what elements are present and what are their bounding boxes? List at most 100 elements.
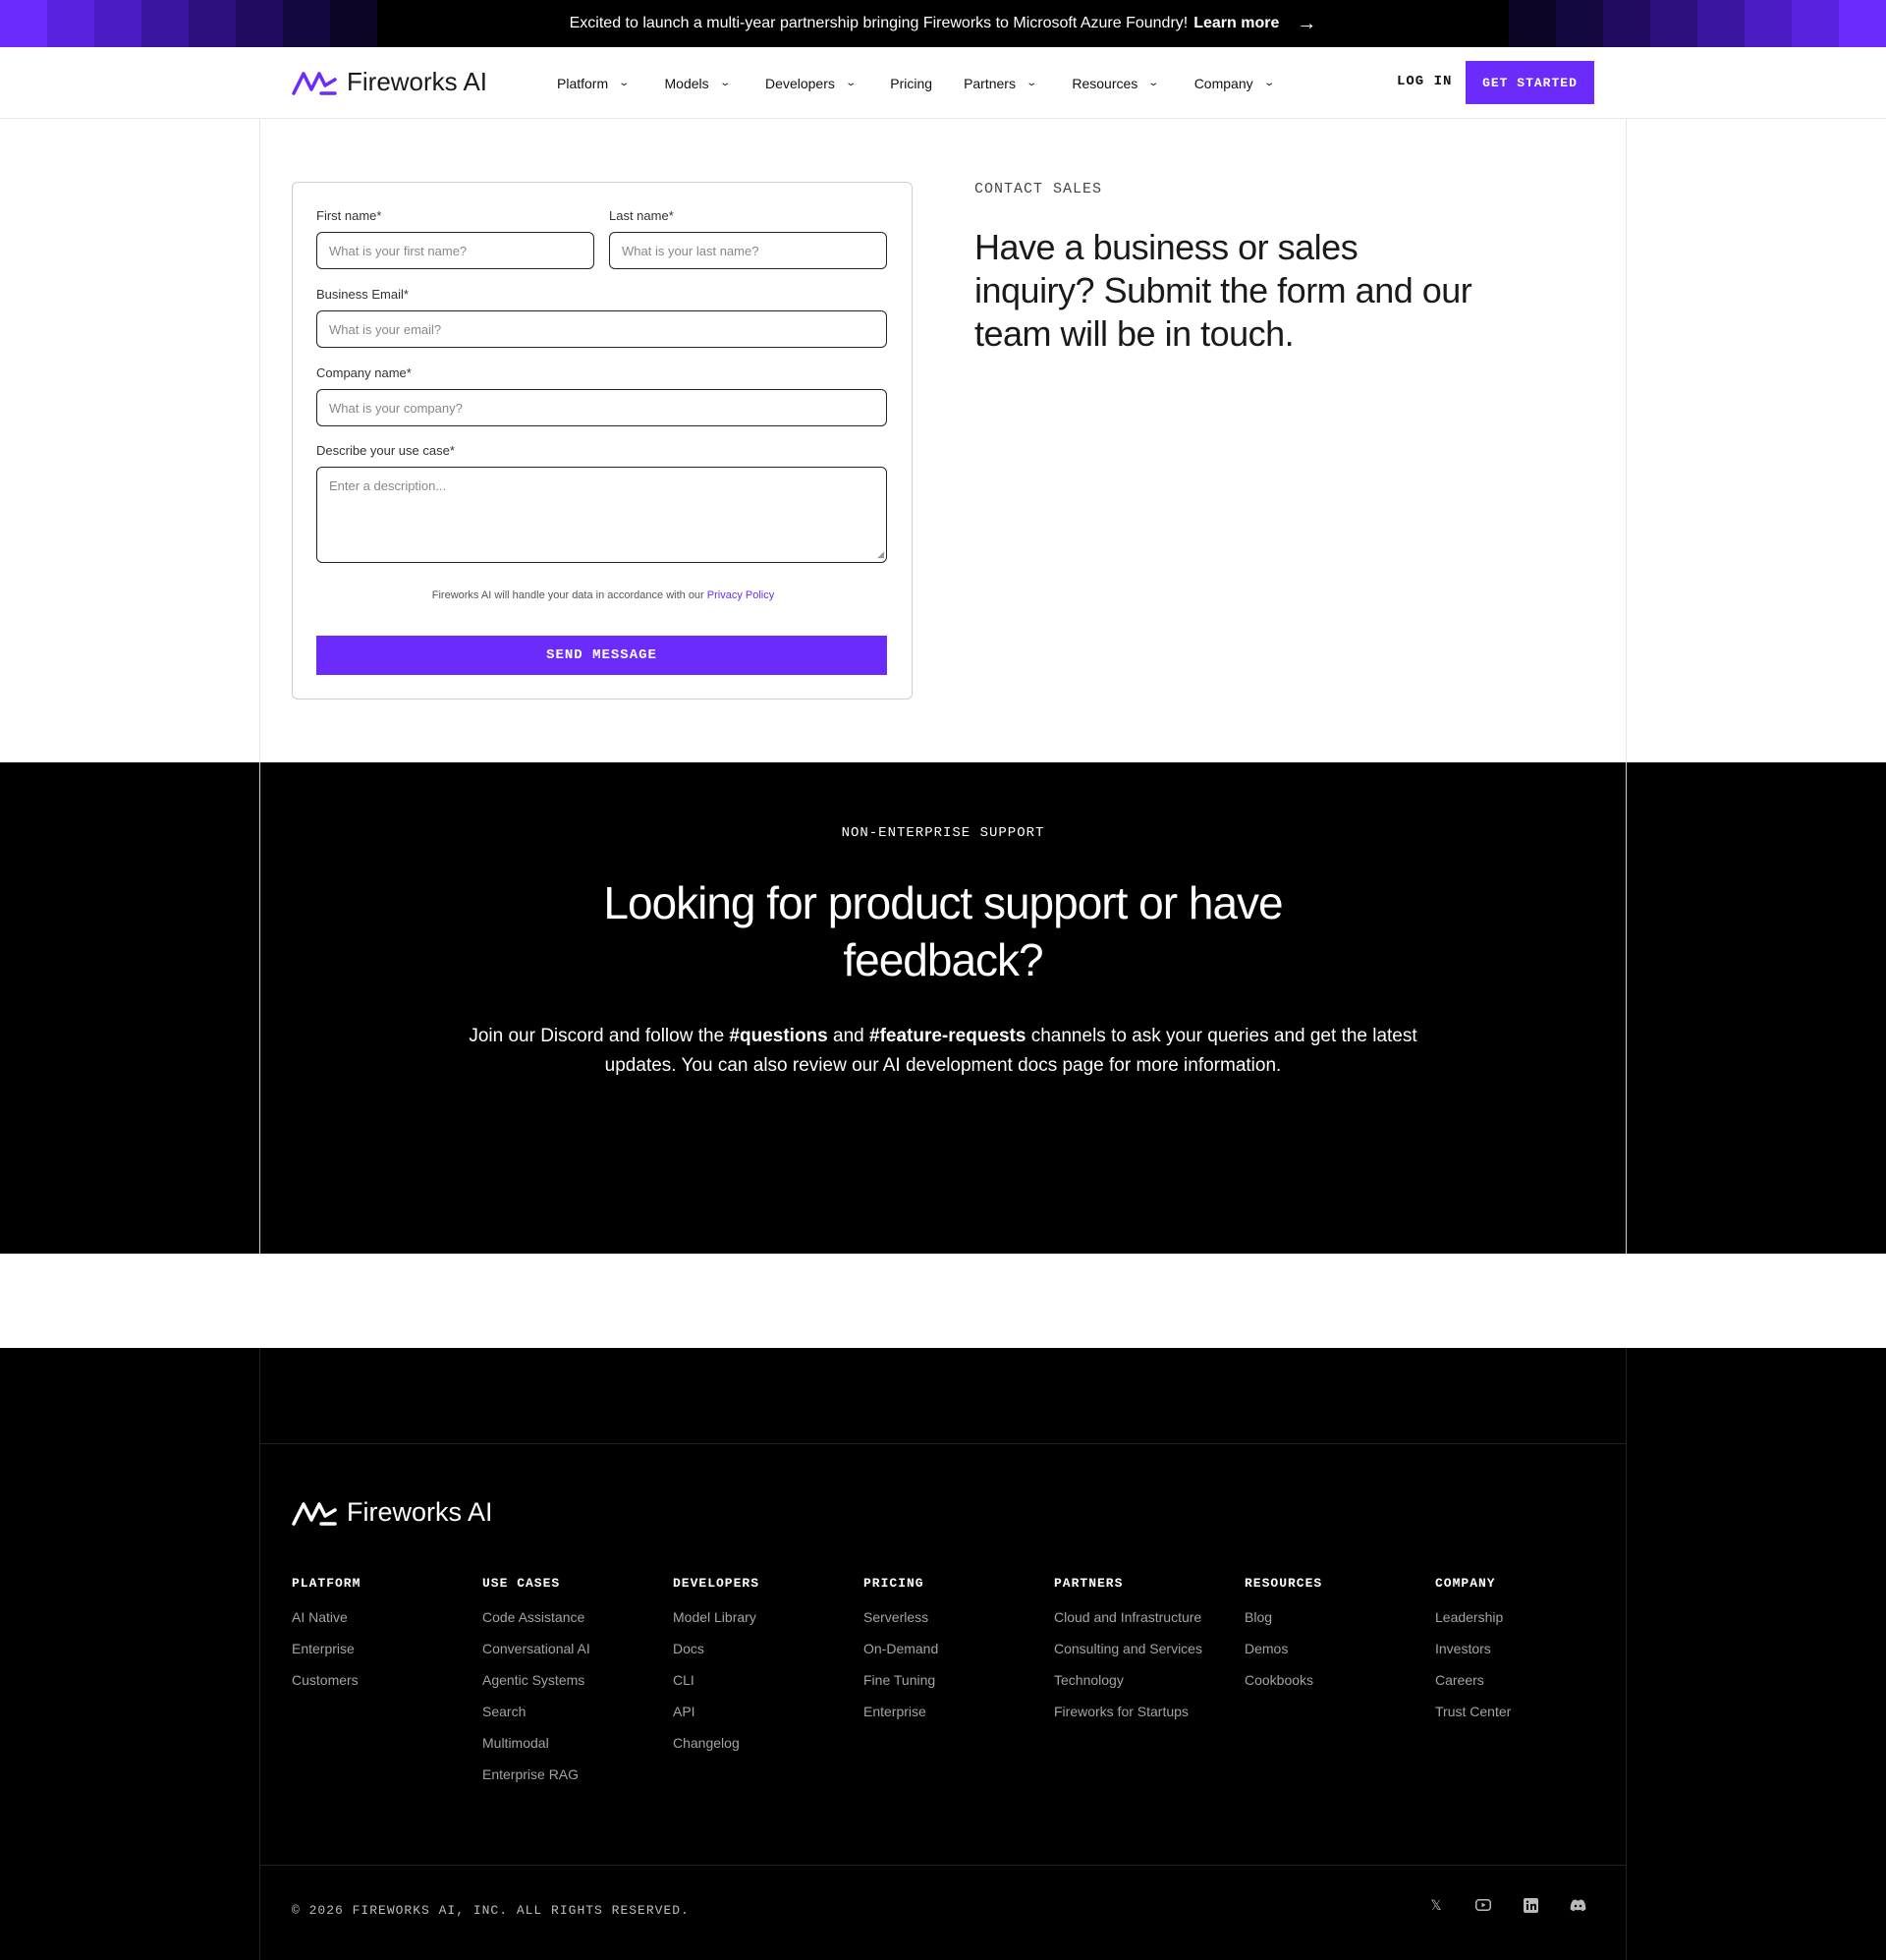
footer-col-title: USE CASES — [482, 1576, 561, 1591]
footer-link[interactable]: Customers — [292, 1672, 478, 1704]
footer-link[interactable]: Fine Tuning — [863, 1672, 1050, 1704]
email-field[interactable]: What is your email? — [316, 310, 887, 348]
footer-col-title: DEVELOPERS — [673, 1576, 760, 1591]
support-section: NON-ENTERPRISE SUPPORT Looking for produ… — [0, 762, 1886, 1254]
footer-link[interactable]: AI Native — [292, 1609, 478, 1641]
company-label: Company name* — [316, 365, 412, 380]
feature-requests-channel: #feature-requests — [869, 1026, 1026, 1046]
privacy-notice: Fireworks AI will handle your data in ac… — [293, 589, 914, 601]
nav-platform[interactable]: Platform ⌄ — [557, 75, 631, 91]
banner-learn-more-link[interactable]: Learn more — [1193, 15, 1279, 32]
main-nav: Platform ⌄ Models ⌄ Developers ⌄ Pricing Pa… — [557, 47, 1304, 119]
chevron-down-icon: ⌄ — [845, 78, 857, 88]
footer-link[interactable]: Docs — [673, 1641, 860, 1672]
chevron-down-icon: ⌄ — [618, 78, 631, 88]
support-text-2: and — [833, 1026, 864, 1046]
footer-col-platform: PLATFORM AI Native Enterprise Customers — [292, 1576, 478, 1704]
nav-label: Pricing — [890, 75, 933, 91]
first-name-label: First name* — [316, 208, 382, 223]
last-name-field[interactable]: What is your last name? — [609, 232, 887, 269]
footer-link[interactable]: Technology — [1054, 1672, 1241, 1704]
arrow-right-icon[interactable]: → — [1297, 13, 1316, 35]
footer-link[interactable]: Multimodal — [482, 1735, 669, 1766]
chevron-down-icon: ⌄ — [1026, 78, 1038, 88]
last-name-label: Last name* — [609, 208, 674, 223]
footer-link[interactable]: Agentic Systems — [482, 1672, 669, 1704]
footer-divider-top — [259, 1443, 1627, 1444]
footer-col-title: PLATFORM — [292, 1576, 361, 1591]
site-footer: Fireworks AI PLATFORM AI Native Enterpri… — [0, 1348, 1886, 1960]
footer-link[interactable]: Consulting and Services — [1054, 1641, 1241, 1672]
footer-link[interactable]: CLI — [673, 1672, 860, 1704]
login-link[interactable]: LOG IN — [1397, 74, 1452, 89]
footer-divider-bottom — [259, 1865, 1627, 1866]
footer-col-title: PRICING — [863, 1576, 924, 1591]
social-links: 𝕏 — [1426, 1895, 1587, 1915]
linkedin-icon[interactable] — [1521, 1895, 1540, 1915]
chevron-down-icon: ⌄ — [1147, 78, 1160, 88]
nav-developers[interactable]: Developers ⌄ — [765, 76, 857, 91]
nav-resources[interactable]: Resources ⌄ — [1072, 75, 1160, 91]
use-case-label: Describe your use case* — [316, 443, 455, 458]
nav-label: Partners — [964, 75, 1016, 91]
footer-link[interactable]: Demos — [1245, 1641, 1431, 1672]
footer-link[interactable]: Careers — [1435, 1672, 1622, 1704]
contact-form: First name* What is your first name? Las… — [292, 182, 913, 700]
contact-sales-eyebrow: CONTACT SALES — [974, 181, 1103, 197]
footer-link[interactable]: Cookbooks — [1245, 1672, 1431, 1704]
footer-left-edge — [259, 1348, 260, 1960]
footer-link[interactable]: Conversational AI — [482, 1641, 669, 1672]
discord-icon[interactable] — [1568, 1895, 1587, 1915]
contact-sales-heading: Have a business or sales inquiry? Submit… — [974, 227, 1472, 354]
footer-link[interactable]: Enterprise RAG — [482, 1766, 669, 1798]
support-text-1: Join our Discord and follow the — [469, 1026, 725, 1046]
footer-link[interactable]: API — [673, 1704, 860, 1735]
nav-models[interactable]: Models ⌄ — [664, 75, 731, 91]
first-name-field[interactable]: What is your first name? — [316, 232, 594, 269]
footer-link[interactable]: Cloud and Infrastructure — [1054, 1609, 1241, 1641]
footer-col-company: COMPANY Leadership Investors Careers Tru… — [1435, 1576, 1622, 1735]
fireworks-logo-icon — [292, 1501, 337, 1526]
use-case-textarea[interactable]: Enter a description... ◢ — [316, 467, 887, 563]
footer-link[interactable]: Search — [482, 1704, 669, 1735]
footer-link[interactable]: Fireworks for Startups — [1054, 1704, 1241, 1735]
footer-logo-text: Fireworks AI — [347, 1497, 493, 1527]
footer-link[interactable]: Enterprise — [292, 1641, 478, 1672]
footer-col-developers: DEVELOPERS Model Library Docs CLI API Ch… — [673, 1576, 860, 1766]
footer-link[interactable]: Code Assistance — [482, 1609, 669, 1641]
questions-channel: #questions — [729, 1026, 828, 1046]
footer-link[interactable]: Enterprise — [863, 1704, 1050, 1735]
footer-link[interactable]: Trust Center — [1435, 1704, 1622, 1735]
banner-text: Excited to launch a multi-year partnersh… — [569, 15, 1189, 31]
x-icon[interactable]: 𝕏 — [1426, 1895, 1446, 1915]
nav-label: Resources — [1072, 75, 1138, 91]
footer-link[interactable]: Leadership — [1435, 1609, 1622, 1641]
footer-logo[interactable]: Fireworks AI — [292, 1497, 493, 1528]
footer-col-title: PARTNERS — [1054, 1576, 1124, 1591]
resize-handle-icon[interactable]: ◢ — [877, 549, 884, 560]
footer-col-use-cases: USE CASES Code Assistance Conversational… — [482, 1576, 669, 1798]
footer-link[interactable]: Changelog — [673, 1735, 860, 1766]
privacy-policy-link[interactable]: Privacy Policy — [707, 589, 774, 601]
footer-link[interactable]: Blog — [1245, 1609, 1431, 1641]
support-eyebrow: NON-ENTERPRISE SUPPORT — [841, 825, 1045, 841]
nav-label: Models — [664, 75, 709, 91]
nav-company[interactable]: Company ⌄ — [1193, 75, 1275, 91]
site-header: Fireworks AI Platform ⌄ Models ⌄ Developer… — [0, 47, 1886, 119]
nav-label: Company — [1193, 75, 1253, 91]
announcement-banner: Excited to launch a multi-year partnersh… — [0, 0, 1886, 47]
footer-link[interactable]: Investors — [1435, 1641, 1622, 1672]
footer-link[interactable]: On-Demand — [863, 1641, 1050, 1672]
banner-gradient-left — [0, 0, 377, 47]
nav-partners[interactable]: Partners ⌄ — [964, 75, 1038, 91]
get-started-button[interactable]: GET STARTED — [1466, 61, 1594, 104]
footer-link[interactable]: Serverless — [863, 1609, 1050, 1641]
logo[interactable]: Fireworks AI — [292, 67, 487, 97]
company-field[interactable]: What is your company? — [316, 389, 887, 426]
youtube-icon[interactable] — [1473, 1895, 1493, 1915]
nav-label: Platform — [557, 75, 609, 91]
nav-pricing[interactable]: Pricing — [890, 76, 932, 91]
send-message-button[interactable]: SEND MESSAGE — [316, 636, 887, 675]
support-description: Join our Discord and follow the #questio… — [452, 1022, 1434, 1081]
footer-link[interactable]: Model Library — [673, 1609, 860, 1641]
